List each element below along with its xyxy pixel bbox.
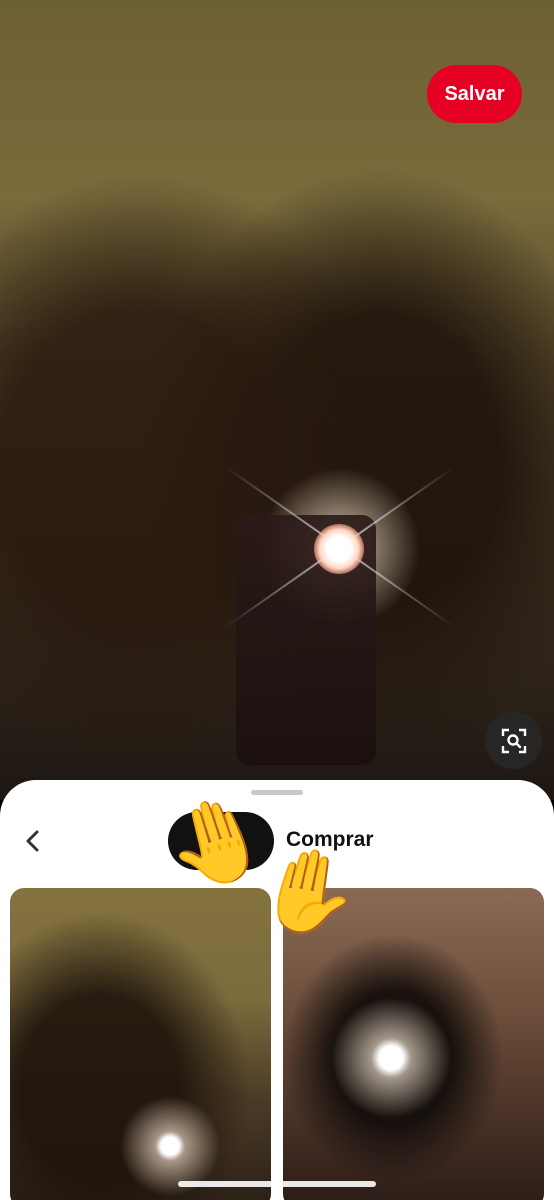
camera-flash bbox=[314, 524, 364, 574]
home-indicator bbox=[178, 1181, 376, 1187]
raised-hand-emoji: ✋ bbox=[249, 837, 369, 948]
visual-search-icon bbox=[501, 728, 526, 753]
related-pin-card[interactable] bbox=[10, 888, 271, 1200]
visual-search-button[interactable] bbox=[485, 712, 542, 769]
back-button[interactable] bbox=[18, 826, 48, 856]
save-button[interactable]: Salvar bbox=[427, 65, 522, 123]
sheet-drag-handle[interactable] bbox=[251, 790, 303, 795]
chevron-left-icon bbox=[26, 830, 39, 852]
